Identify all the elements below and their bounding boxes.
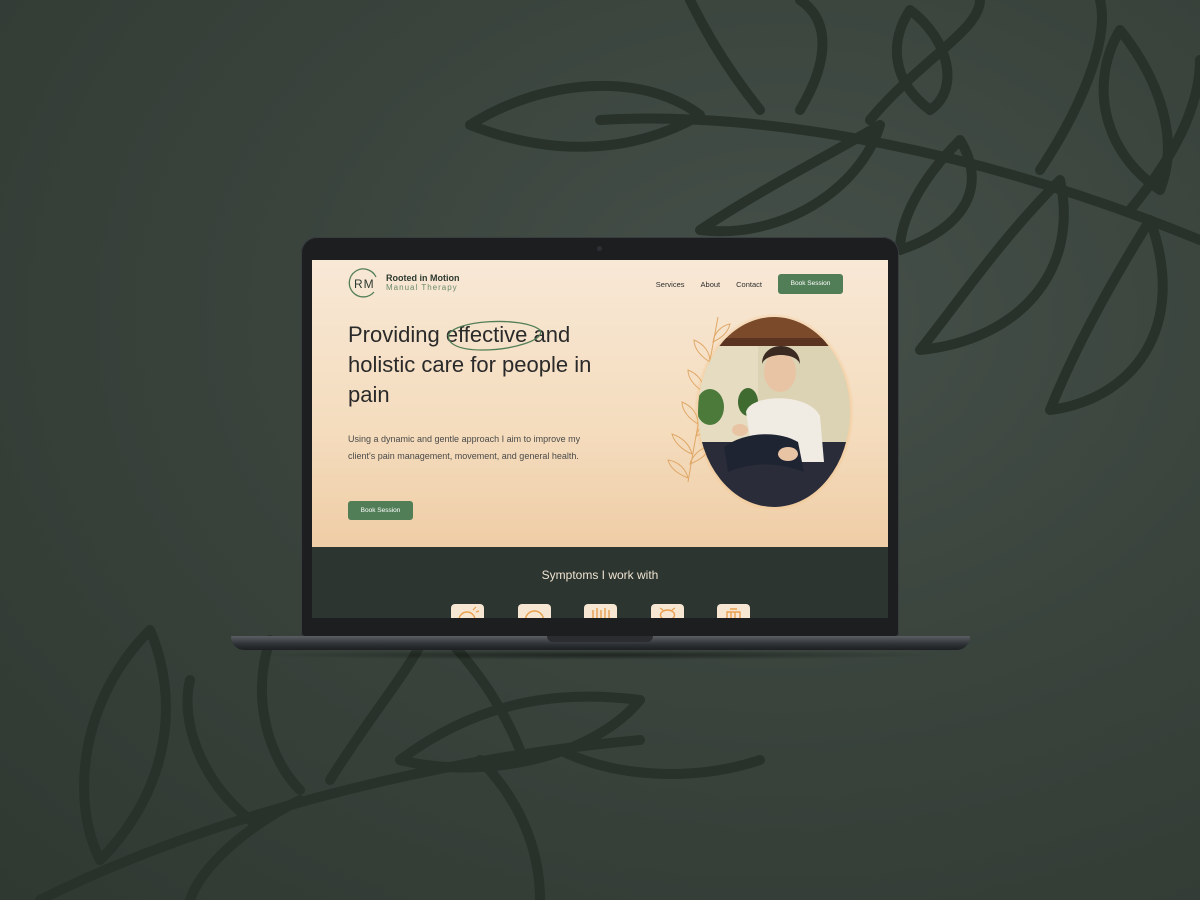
site-logo[interactable]: RM Rooted in Motion Manual Therapy [348, 267, 459, 299]
headache-icon[interactable] [451, 604, 484, 618]
laptop-base [231, 636, 970, 650]
headline-highlight: effective [446, 320, 542, 351]
muscle-tension-icon[interactable] [584, 604, 617, 618]
hero-book-session-button[interactable]: Book Session [348, 501, 413, 520]
hero-section: RM Rooted in Motion Manual Therapy Servi… [312, 260, 888, 547]
logo-title: Rooted in Motion [386, 273, 460, 283]
nav-book-session-button[interactable]: Book Session [778, 274, 843, 294]
logo-initials: RM [354, 277, 375, 291]
headline-part-1: Providing [348, 322, 446, 347]
stress-icon[interactable] [517, 604, 551, 618]
symptoms-title: Symptoms I work with [541, 568, 659, 582]
main-nav: Services About Contact Book Session [656, 274, 843, 294]
hero-paragraph: Using a dynamic and gentle approach I ai… [348, 434, 581, 461]
nav-link-services[interactable]: Services [656, 280, 685, 289]
symptoms-icon-row [451, 604, 784, 618]
symptoms-section: Symptoms I work with [312, 547, 888, 618]
laptop-notch [547, 636, 653, 642]
laptop-screen: RM Rooted in Motion Manual Therapy Servi… [312, 260, 888, 618]
nav-link-about[interactable]: About [701, 280, 721, 289]
nav-link-contact[interactable]: Contact [736, 280, 762, 289]
laptop-shadow [250, 650, 950, 660]
logo-mark: RM [348, 267, 380, 299]
hero-photo [648, 312, 858, 512]
back-pain-icon[interactable] [650, 604, 684, 618]
highlight-circle-icon [447, 320, 542, 351]
laptop-lid: RM Rooted in Motion Manual Therapy Servi… [301, 237, 899, 637]
hero-headline: Providing effective and holistic care fo… [348, 320, 608, 410]
webcam [597, 246, 602, 251]
logo-subtitle: Manual Therapy [386, 283, 458, 292]
joint-pain-icon[interactable] [717, 604, 750, 618]
